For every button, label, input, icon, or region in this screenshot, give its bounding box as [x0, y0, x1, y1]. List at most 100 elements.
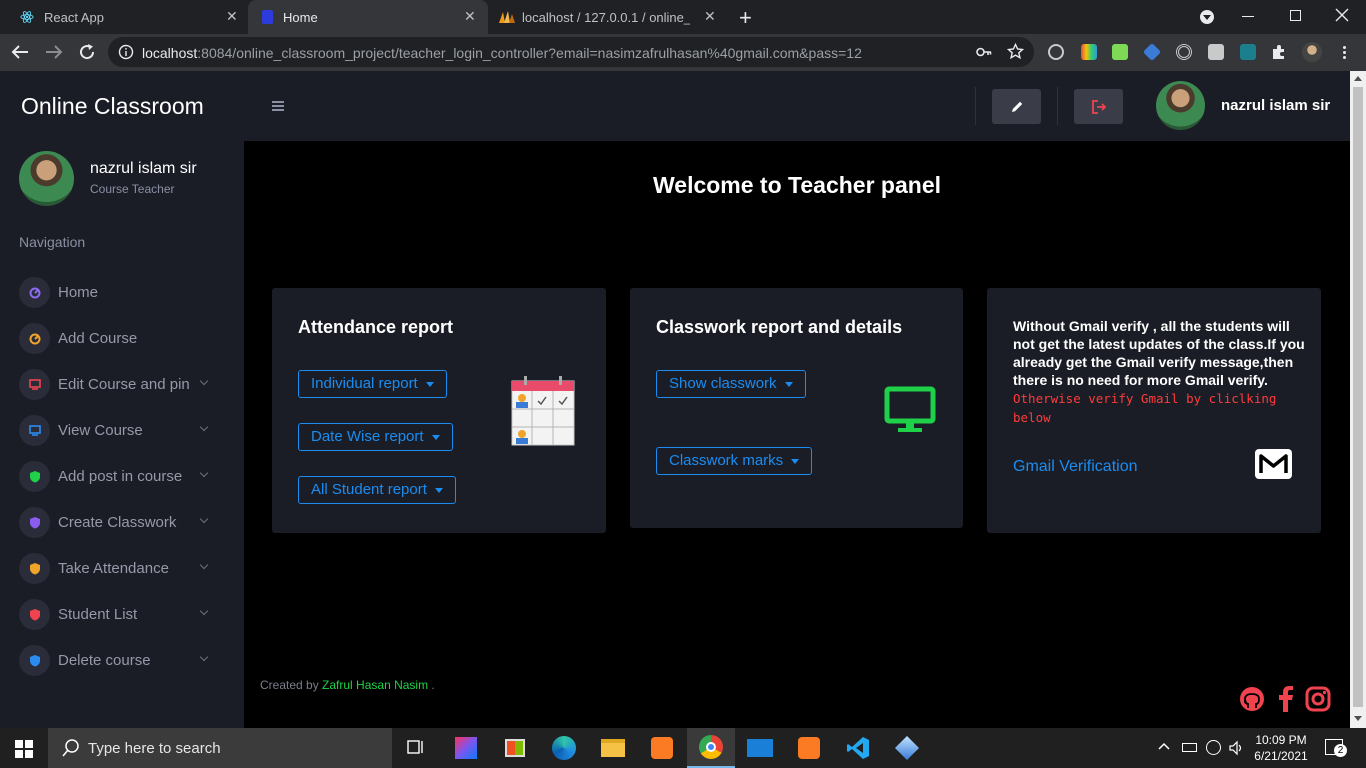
- facebook-icon[interactable]: [1276, 685, 1294, 713]
- individual-report-dropdown[interactable]: Individual report: [298, 370, 447, 398]
- scroll-down-icon[interactable]: [1354, 716, 1362, 721]
- bookmark-star-icon[interactable]: [1007, 43, 1024, 60]
- sidebar-item-add-course[interactable]: Add Course: [19, 323, 219, 355]
- top-header: nazrul islam sir: [244, 71, 1350, 141]
- gauge-icon: [19, 323, 50, 354]
- battery-icon[interactable]: [1182, 743, 1197, 752]
- intellij-icon[interactable]: [442, 728, 490, 768]
- xampp-icon[interactable]: [638, 728, 686, 768]
- sidebar-user-name: nazrul islam sir: [90, 160, 197, 177]
- profile-menu-icon[interactable]: [1200, 10, 1214, 24]
- gmail-card: Without Gmail verify , all the students …: [987, 288, 1321, 533]
- show-classwork-dropdown[interactable]: Show classwork: [656, 370, 806, 398]
- system-clock[interactable]: 10:09 PM 6/21/2021: [1252, 732, 1310, 764]
- monitor-icon: [884, 386, 936, 432]
- gauge-icon: [19, 277, 50, 308]
- sidebar-item-take-attendance[interactable]: Take Attendance: [19, 553, 219, 585]
- chevron-up-icon[interactable]: [1158, 742, 1170, 750]
- attendance-card: Attendance report Individual report Date…: [272, 288, 606, 533]
- tab-home[interactable]: Home ✕: [248, 0, 488, 34]
- gmail-icon[interactable]: [1255, 449, 1292, 479]
- chevron-down-icon: [199, 468, 209, 478]
- menu-toggle-icon[interactable]: [272, 101, 284, 113]
- caret-down-icon: [431, 434, 440, 440]
- gmail-verification-link[interactable]: Gmail Verification: [1013, 458, 1138, 476]
- sidebar-item-label: Create Classwork: [58, 514, 177, 531]
- sidebar-item-view-course[interactable]: View Course: [19, 415, 219, 447]
- network-globe-icon[interactable]: [1206, 740, 1221, 755]
- logout-button[interactable]: [1074, 89, 1123, 124]
- sidebar-item-add-post[interactable]: Add post in course: [19, 461, 219, 493]
- new-tab-button[interactable]: +: [739, 5, 752, 31]
- main-content: Welcome to Teacher panel Attendance repo…: [244, 141, 1350, 728]
- back-icon[interactable]: [11, 44, 29, 60]
- notifications-icon[interactable]: 2: [1325, 739, 1347, 757]
- tab-react-app[interactable]: React App ✕: [0, 0, 246, 34]
- date-wise-report-dropdown[interactable]: Date Wise report: [298, 423, 453, 451]
- mail-icon[interactable]: [736, 728, 784, 768]
- page-scrollbar[interactable]: [1350, 71, 1366, 728]
- sidebar-item-edit-course[interactable]: Edit Course and pin: [19, 369, 219, 401]
- scroll-up-icon[interactable]: [1354, 76, 1362, 81]
- taskbar-search-input[interactable]: Type here to search: [48, 728, 392, 768]
- key-icon[interactable]: [976, 45, 992, 59]
- puzzle-icon[interactable]: [1271, 44, 1287, 60]
- restore-icon[interactable]: [1290, 10, 1301, 21]
- sidebar-user-role: Course Teacher: [90, 182, 175, 196]
- info-icon[interactable]: [118, 44, 134, 60]
- header-user-name[interactable]: nazrul islam sir: [1221, 97, 1330, 114]
- camera-icon[interactable]: [1208, 44, 1224, 60]
- virtualbox-icon[interactable]: [883, 728, 931, 768]
- all-student-report-dropdown[interactable]: All Student report: [298, 476, 456, 504]
- scrollbar-thumb[interactable]: [1353, 87, 1363, 707]
- more-menu-icon[interactable]: [1343, 46, 1346, 59]
- sidebar-item-delete-course[interactable]: Delete course: [19, 645, 219, 677]
- sidebar-item-label: Home: [58, 284, 99, 301]
- profile-avatar[interactable]: [1302, 42, 1322, 62]
- instagram-icon[interactable]: [1305, 686, 1331, 712]
- dropdown-label: Date Wise report: [311, 428, 424, 445]
- task-view-icon[interactable]: [392, 728, 440, 768]
- classwork-marks-dropdown[interactable]: Classwork marks: [656, 447, 813, 475]
- close-tab-icon[interactable]: ✕: [464, 8, 476, 25]
- tab-title: React App: [44, 10, 104, 25]
- extension-icon[interactable]: [1240, 44, 1256, 60]
- xampp-icon[interactable]: [785, 728, 833, 768]
- volume-icon[interactable]: [1228, 740, 1244, 756]
- react-icon: [20, 11, 34, 23]
- sidebar-item-create-classwork[interactable]: Create Classwork: [19, 507, 219, 539]
- caret-down-icon: [425, 381, 434, 387]
- windows-start-icon[interactable]: [15, 740, 33, 758]
- reload-icon[interactable]: [78, 43, 96, 61]
- sidebar-item-label: Take Attendance: [58, 560, 169, 577]
- extension-icon[interactable]: [1112, 44, 1128, 60]
- vscode-icon[interactable]: [834, 728, 882, 768]
- edge-icon[interactable]: [540, 728, 588, 768]
- close-tab-icon[interactable]: ✕: [226, 8, 238, 25]
- close-window-icon[interactable]: [1335, 8, 1349, 22]
- footer-prefix: Created by: [260, 678, 319, 692]
- sidebar: Online Classroom nazrul islam sir Course…: [0, 71, 244, 728]
- close-tab-icon[interactable]: ✕: [704, 8, 716, 25]
- extension-icon[interactable]: [1142, 42, 1162, 62]
- footer-author-link[interactable]: Zafrul Hasan Nasim: [322, 678, 428, 692]
- brand-title[interactable]: Online Classroom: [21, 93, 204, 120]
- minimize-icon[interactable]: [1242, 16, 1254, 17]
- address-bar[interactable]: localhost:8084/online_classroom_project/…: [108, 37, 1034, 67]
- tab-phpmyadmin[interactable]: localhost / 127.0.0.1 / online_clas ✕: [490, 0, 728, 34]
- extension-icon[interactable]: [1176, 44, 1192, 60]
- sidebar-item-student-list[interactable]: Student List: [19, 599, 219, 631]
- extension-icon[interactable]: [1081, 44, 1097, 60]
- file-explorer-icon[interactable]: [589, 728, 637, 768]
- sidebar-item-home[interactable]: Home: [19, 277, 219, 309]
- url-host: localhost: [142, 45, 198, 61]
- avatar[interactable]: [1156, 81, 1205, 130]
- forward-icon[interactable]: [45, 44, 63, 60]
- edit-profile-button[interactable]: [992, 89, 1041, 124]
- divider: [975, 87, 976, 125]
- store-icon[interactable]: [491, 728, 539, 768]
- sidebar-item-label: Edit Course and pin: [58, 376, 190, 393]
- github-icon[interactable]: [1239, 686, 1265, 712]
- extension-icon[interactable]: [1048, 44, 1064, 60]
- chrome-icon[interactable]: [687, 728, 735, 768]
